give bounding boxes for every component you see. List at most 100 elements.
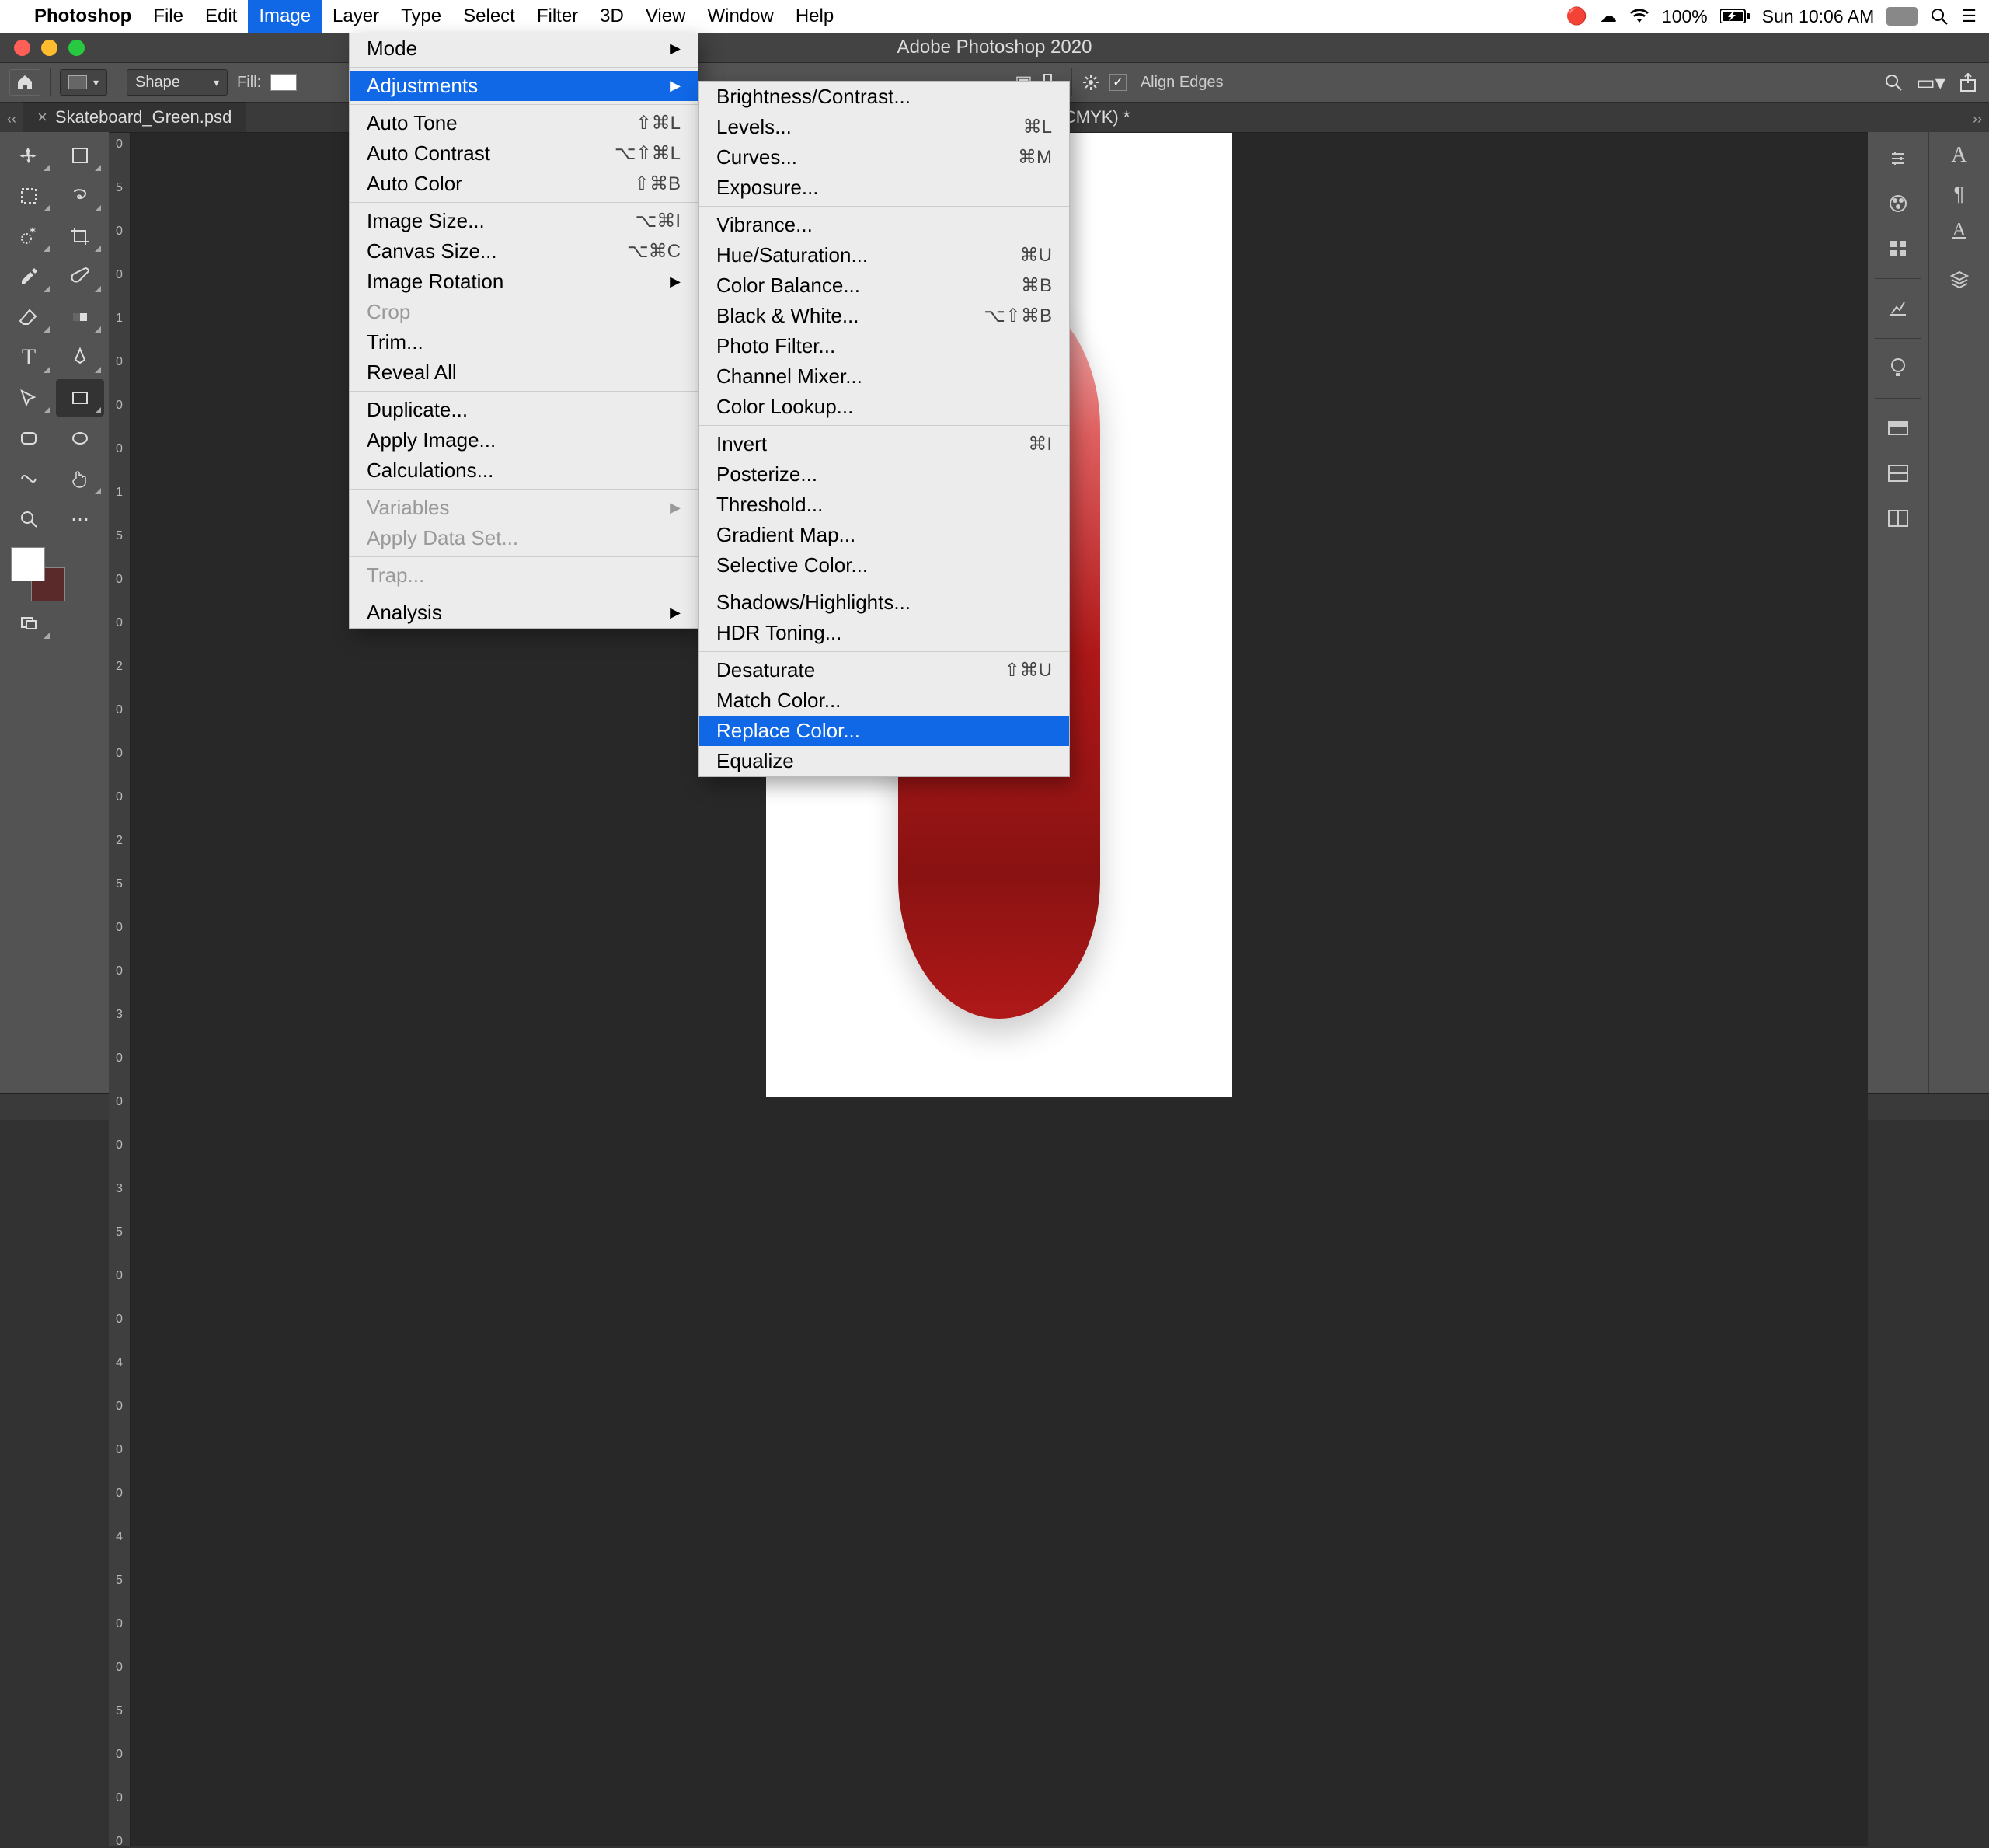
menu-item-levels-[interactable]: Levels...⌘L [699, 112, 1069, 142]
artboard-tool[interactable] [56, 137, 104, 174]
ellipse-tool[interactable] [56, 420, 104, 457]
layers-panel-icon[interactable] [1949, 269, 1970, 291]
menu-item-desaturate[interactable]: Desaturate⇧⌘U [699, 655, 1069, 685]
type-tool[interactable]: T [5, 339, 53, 376]
app-name[interactable]: Photoshop [23, 5, 142, 27]
shape-preset-dropdown[interactable]: ▾ [60, 69, 107, 96]
zoom-tool[interactable] [5, 500, 53, 538]
close-window-button[interactable] [14, 40, 30, 56]
menu-item-curves-[interactable]: Curves...⌘M [699, 142, 1069, 173]
rounded-rectangle-tool[interactable] [5, 420, 53, 457]
menu-item-channel-mixer-[interactable]: Channel Mixer... [699, 361, 1069, 392]
marquee-tool[interactable] [5, 177, 53, 214]
menu-item-auto-contrast[interactable]: Auto Contrast⌥⇧⌘L [350, 138, 698, 169]
color-panel-icon[interactable] [1883, 188, 1914, 219]
menu-view[interactable]: View [635, 0, 697, 33]
menu-item-photo-filter-[interactable]: Photo Filter... [699, 331, 1069, 361]
lightbulb-icon[interactable] [1883, 353, 1914, 384]
zoom-window-button[interactable] [68, 40, 85, 56]
menu-item-reveal-all[interactable]: Reveal All [350, 357, 698, 388]
properties-panel-icon[interactable] [1883, 143, 1914, 174]
screen-mode-tool[interactable] [5, 605, 53, 642]
menu-item-analysis[interactable]: Analysis▶ [350, 598, 698, 628]
menu-type[interactable]: Type [390, 0, 452, 33]
menu-item-hue-saturation-[interactable]: Hue/Saturation...⌘U [699, 240, 1069, 270]
menu-item-equalize[interactable]: Equalize [699, 746, 1069, 776]
spotlight-icon[interactable] [1930, 7, 1949, 26]
menu-image[interactable]: Image [248, 0, 322, 33]
menu-item-threshold-[interactable]: Threshold... [699, 490, 1069, 520]
panel-icon-3[interactable] [1883, 503, 1914, 534]
tab-close-icon[interactable]: × [37, 107, 47, 127]
cloud-icon[interactable]: ☁ [1600, 6, 1617, 26]
libraries-panel-icon[interactable] [1883, 413, 1914, 444]
lasso-tool[interactable] [56, 177, 104, 214]
home-button[interactable] [9, 69, 40, 96]
move-tool[interactable] [5, 137, 53, 174]
menu-item-brightness-contrast-[interactable]: Brightness/Contrast... [699, 82, 1069, 112]
menu-item-hdr-toning-[interactable]: HDR Toning... [699, 618, 1069, 648]
menu-layer[interactable]: Layer [322, 0, 390, 33]
glyphs-panel-icon[interactable]: A [1952, 220, 1966, 241]
menu-item-auto-color[interactable]: Auto Color⇧⌘B [350, 169, 698, 199]
menu-item-invert[interactable]: Invert⌘I [699, 429, 1069, 459]
brush-tool[interactable] [56, 258, 104, 295]
crop-tool[interactable] [56, 218, 104, 255]
record-icon[interactable]: 🔴 [1566, 6, 1587, 26]
gradient-tool[interactable] [56, 298, 104, 336]
tabs-scroll-left[interactable]: ‹‹ [0, 111, 23, 132]
swatches-panel-icon[interactable] [1883, 233, 1914, 264]
tool-mode-dropdown[interactable]: Shape ▾ [127, 69, 228, 96]
adjustments-panel-icon[interactable] [1883, 293, 1914, 324]
workspace-switcher[interactable]: ▭▾ [1919, 71, 1942, 94]
menu-item-image-rotation[interactable]: Image Rotation▶ [350, 267, 698, 297]
menu-item-match-color-[interactable]: Match Color... [699, 685, 1069, 716]
menu-item-selective-color-[interactable]: Selective Color... [699, 550, 1069, 581]
menu-item-replace-color-[interactable]: Replace Color... [699, 716, 1069, 746]
menu-item-trim-[interactable]: Trim... [350, 327, 698, 357]
fill-swatch[interactable] [270, 74, 297, 91]
foreground-color-swatch[interactable] [11, 547, 45, 581]
menu-item-image-size-[interactable]: Image Size...⌥⌘I [350, 206, 698, 236]
menu-edit[interactable]: Edit [194, 0, 248, 33]
control-center-icon[interactable]: ☰ [1961, 6, 1977, 26]
pen-tool[interactable] [56, 339, 104, 376]
rectangle-tool[interactable] [56, 379, 104, 417]
color-swatches[interactable] [11, 547, 65, 601]
paragraph-panel-icon[interactable]: ¶ [1954, 182, 1965, 206]
panel-icon-2[interactable] [1883, 458, 1914, 489]
character-panel-icon[interactable]: A [1951, 143, 1966, 168]
menu-file[interactable]: File [142, 0, 194, 33]
user-icon[interactable] [1886, 7, 1918, 26]
wifi-icon[interactable] [1629, 9, 1649, 24]
hand-tool[interactable] [56, 460, 104, 497]
tabs-scroll-right[interactable]: ›› [1966, 111, 1989, 132]
menu-3d[interactable]: 3D [589, 0, 635, 33]
gear-icon[interactable] [1082, 73, 1100, 92]
path-selection-tool[interactable] [5, 379, 53, 417]
menu-item-color-lookup-[interactable]: Color Lookup... [699, 392, 1069, 422]
document-tab-1[interactable]: × Skateboard_Green.psd [23, 102, 246, 132]
menu-filter[interactable]: Filter [526, 0, 589, 33]
menu-help[interactable]: Help [785, 0, 845, 33]
menu-select[interactable]: Select [452, 0, 526, 33]
menu-item-calculations-[interactable]: Calculations... [350, 455, 698, 486]
menu-item-duplicate-[interactable]: Duplicate... [350, 395, 698, 425]
eraser-tool[interactable] [5, 298, 53, 336]
menu-item-exposure-[interactable]: Exposure... [699, 173, 1069, 203]
menu-item-mode[interactable]: Mode▶ [350, 33, 698, 64]
menu-item-apply-image-[interactable]: Apply Image... [350, 425, 698, 455]
eyedropper-tool[interactable] [5, 258, 53, 295]
menu-item-color-balance-[interactable]: Color Balance...⌘B [699, 270, 1069, 301]
edit-toolbar[interactable]: ⋯ [56, 500, 104, 538]
menu-item-adjustments[interactable]: Adjustments▶ [350, 71, 698, 101]
align-edges-checkbox[interactable]: ✓ [1109, 74, 1127, 91]
menu-item-posterize-[interactable]: Posterize... [699, 459, 1069, 490]
menu-item-canvas-size-[interactable]: Canvas Size...⌥⌘C [350, 236, 698, 267]
menu-item-vibrance-[interactable]: Vibrance... [699, 210, 1069, 240]
menu-item-black-white-[interactable]: Black & White...⌥⇧⌘B [699, 301, 1069, 331]
menu-item-auto-tone[interactable]: Auto Tone⇧⌘L [350, 108, 698, 138]
minimize-window-button[interactable] [41, 40, 57, 56]
custom-shape-tool[interactable] [5, 460, 53, 497]
search-icon[interactable] [1882, 71, 1905, 94]
